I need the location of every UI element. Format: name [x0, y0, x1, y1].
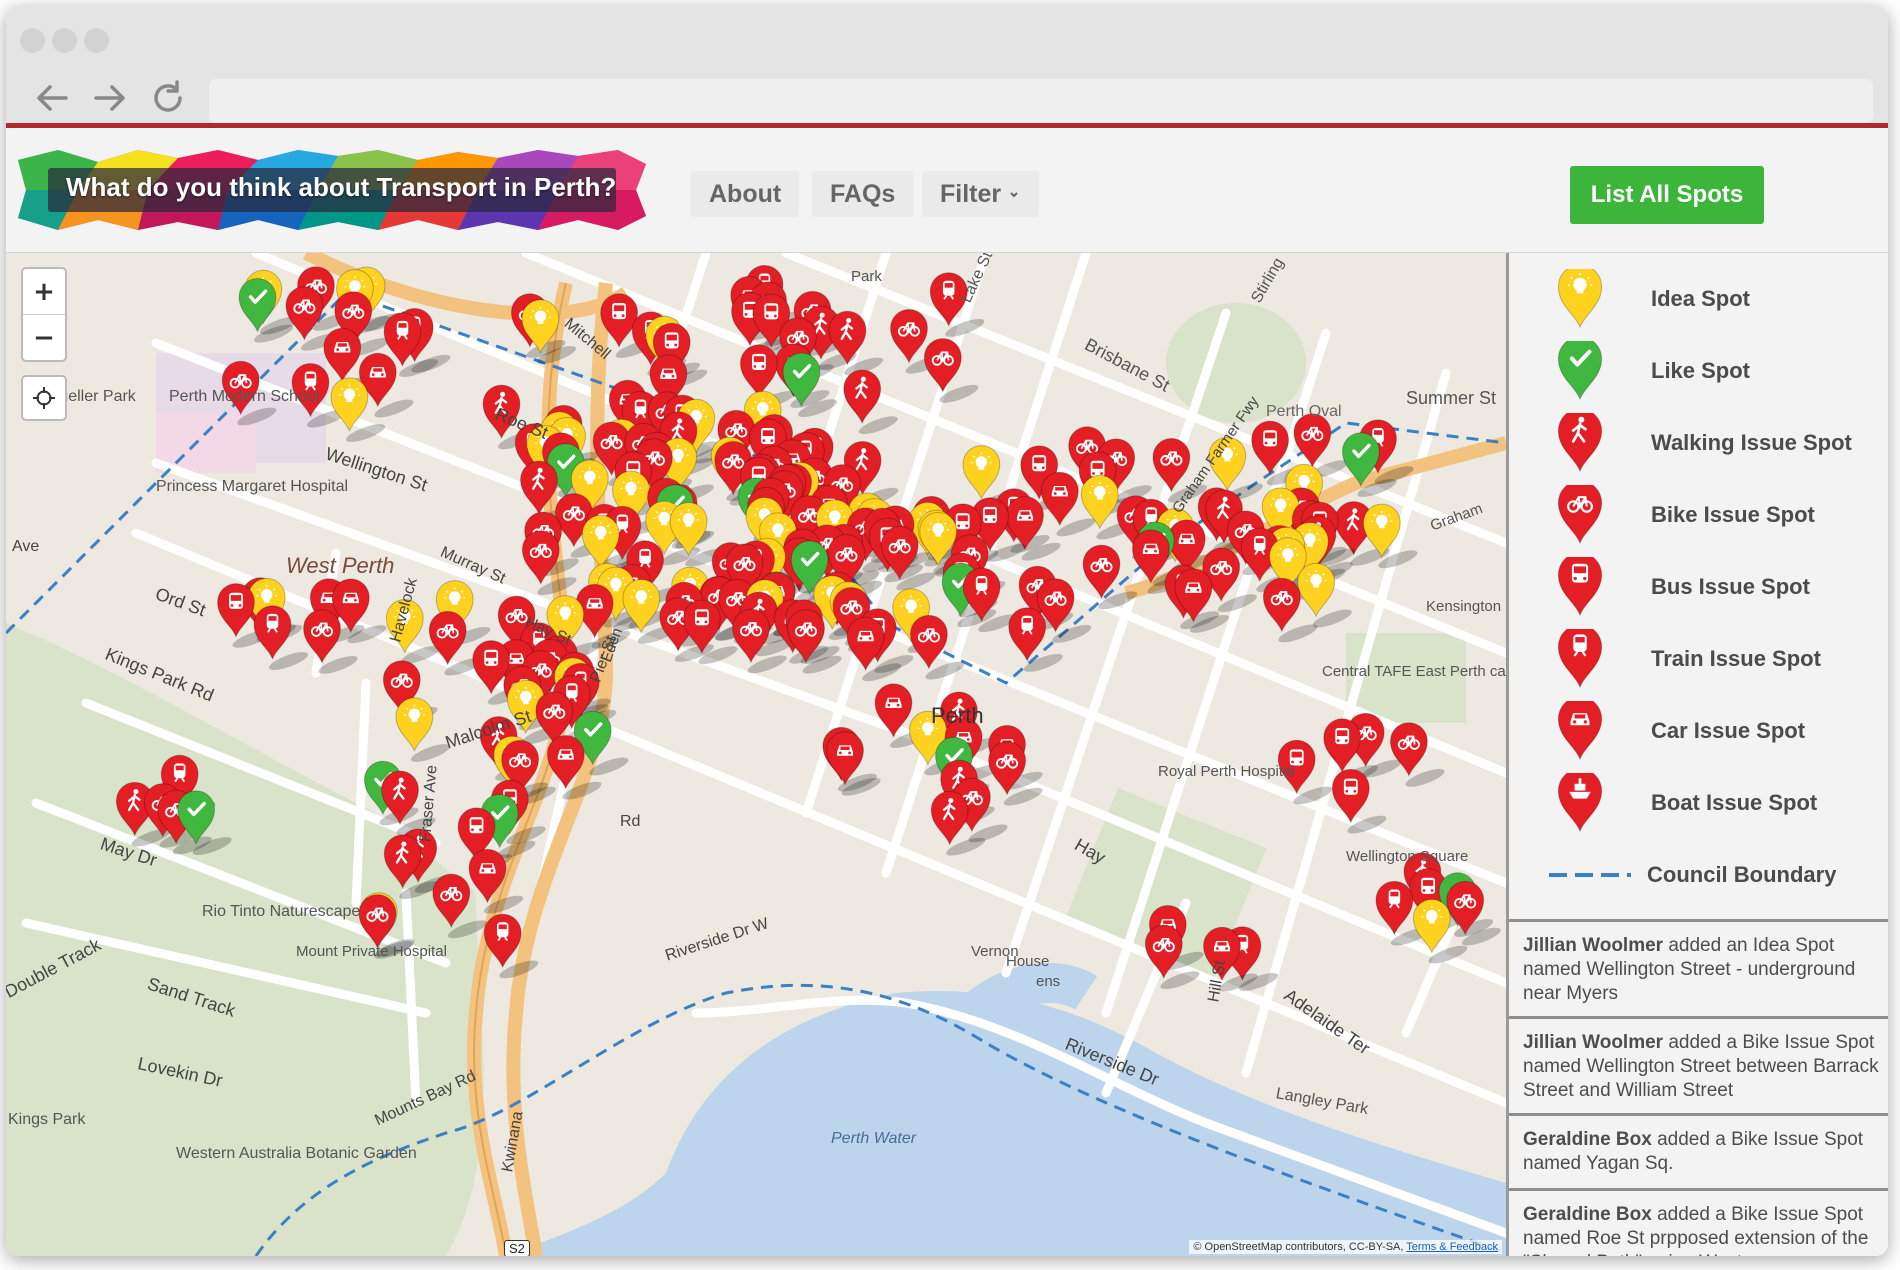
nav-faqs[interactable]: FAQs — [812, 171, 914, 217]
nav-about[interactable]: About — [691, 171, 800, 217]
feed-user[interactable]: Geraldine Box — [1523, 1129, 1652, 1150]
feed-text: named Yagan Sq. — [1523, 1153, 1674, 1174]
lightbulb-icon — [1557, 269, 1603, 329]
legend-item-idea-spot: Idea Spot — [1509, 269, 1888, 329]
feed-text: "Shared Path" going West — [1523, 1252, 1742, 1256]
feed-item[interactable]: Geraldine Box added a Bike Issue Spot nam… — [1509, 1188, 1888, 1256]
legend-item-train-issue-spot: Train Issue Spot — [1509, 629, 1888, 689]
feed-item[interactable]: Geraldine Box added a Bike Issue Spot nam… — [1509, 1113, 1888, 1188]
locate-button[interactable] — [21, 375, 67, 421]
site-logo[interactable]: What do you think about Transport in Per… — [18, 150, 646, 230]
app-header: What do you think about Transport in Per… — [6, 133, 1888, 253]
terms-feedback-link[interactable]: Terms & Feedback — [1406, 1241, 1498, 1253]
feed-text: named Wellington Street between Barrack — [1523, 1056, 1879, 1077]
feed-user[interactable]: Jillian Woolmer — [1523, 1032, 1663, 1053]
nav-filter[interactable]: Filter — [922, 171, 1040, 217]
caret-down-icon — [1010, 192, 1018, 198]
legend-item-bus-issue-spot: Bus Issue Spot — [1509, 557, 1888, 617]
zoom-control: + − — [21, 267, 67, 362]
zoom-out-button[interactable]: − — [23, 315, 65, 361]
feed-text: added a Bike Issue Spot — [1651, 1129, 1864, 1150]
map-tiles[interactable] — [6, 253, 1506, 1256]
legend-label: Walking Issue Spot — [1651, 430, 1852, 455]
legend-item-council-boundary: Council Boundary — [1509, 845, 1888, 905]
feed-item[interactable]: Jillian Woolmer added a Bike Issue Spot n… — [1509, 1016, 1888, 1113]
feed-text: Street and William Street — [1523, 1080, 1734, 1101]
side-panel: Idea Spot Like Spot Walking Issue Spot Bik… — [1506, 253, 1888, 1256]
legend-item-bike-issue-spot: Bike Issue Spot — [1509, 485, 1888, 545]
bike-icon — [1557, 485, 1603, 545]
dashed-line-icon — [1549, 873, 1631, 877]
boat-icon — [1557, 773, 1603, 833]
legend-item-boat-issue-spot: Boat Issue Spot — [1509, 773, 1888, 833]
arrow-left-icon — [37, 85, 68, 111]
bus-icon — [1557, 557, 1603, 617]
map-canvas[interactable]: Perth Oval Summer St Brisbane St Lake St Sti… — [6, 253, 1506, 1256]
legend-label: Council Boundary — [1647, 862, 1837, 887]
checkmark-icon — [1557, 341, 1603, 401]
feed-text: added an Idea Spot — [1663, 935, 1835, 956]
list-all-spots-button[interactable]: List All Spots — [1570, 166, 1764, 224]
legend-item-like-spot: Like Spot — [1509, 341, 1888, 401]
legend-label: Like Spot — [1651, 358, 1751, 383]
car-icon — [1557, 701, 1603, 761]
map-attribution: © OpenStreetMap contributors, CC-BY-SA, … — [1189, 1240, 1502, 1254]
feed-text: named Roe St prpposed extension of the — [1523, 1228, 1869, 1249]
back-button[interactable] — [32, 78, 72, 118]
feed-text: near Myers — [1523, 983, 1619, 1004]
feed-text: added a Bike Issue Spot — [1663, 1032, 1875, 1053]
perth-oval-park — [1166, 303, 1306, 423]
reload-icon — [154, 80, 182, 112]
legend-label: Train Issue Spot — [1651, 646, 1821, 671]
feed-text: added a Bike Issue Spot — [1651, 1204, 1864, 1225]
feed-user[interactable]: Geraldine Box — [1523, 1204, 1652, 1225]
legend-label: Car Issue Spot — [1651, 718, 1806, 743]
close-window-dot[interactable] — [20, 28, 45, 53]
feed-text: named Wellington Street - underground — [1523, 959, 1856, 980]
train-icon — [1557, 629, 1603, 689]
feed-item[interactable]: Jillian Woolmer added an Idea Spot named … — [1509, 919, 1888, 1016]
maximize-window-dot[interactable] — [84, 28, 109, 53]
browser-window: What do you think about Transport in Per… — [6, 6, 1888, 1256]
nav-filter-label: Filter — [940, 179, 1002, 208]
legend-label: Bus Issue Spot — [1651, 574, 1810, 599]
attribution-text: © OpenStreetMap contributors, CC-BY-SA, — [1193, 1241, 1404, 1253]
zoom-in-button[interactable]: + — [23, 269, 65, 315]
reload-button[interactable] — [148, 78, 188, 118]
legend-label: Idea Spot — [1651, 286, 1751, 311]
legend-item-car-issue-spot: Car Issue Spot — [1509, 701, 1888, 761]
feed-user[interactable]: Jillian Woolmer — [1523, 935, 1663, 956]
address-bar[interactable] — [209, 79, 1873, 123]
logo-title: What do you think about Transport in Per… — [66, 172, 617, 202]
arrow-right-icon — [94, 85, 125, 111]
legend-item-walking-issue-spot: Walking Issue Spot — [1509, 413, 1888, 473]
legend-label: Bike Issue Spot — [1651, 502, 1815, 527]
minimize-window-dot[interactable] — [52, 28, 77, 53]
browser-chrome — [6, 6, 1888, 128]
crosshair-icon — [33, 387, 55, 409]
legend-label: Boat Issue Spot — [1651, 790, 1818, 815]
forward-button[interactable] — [90, 78, 130, 118]
walking-icon — [1557, 413, 1603, 473]
